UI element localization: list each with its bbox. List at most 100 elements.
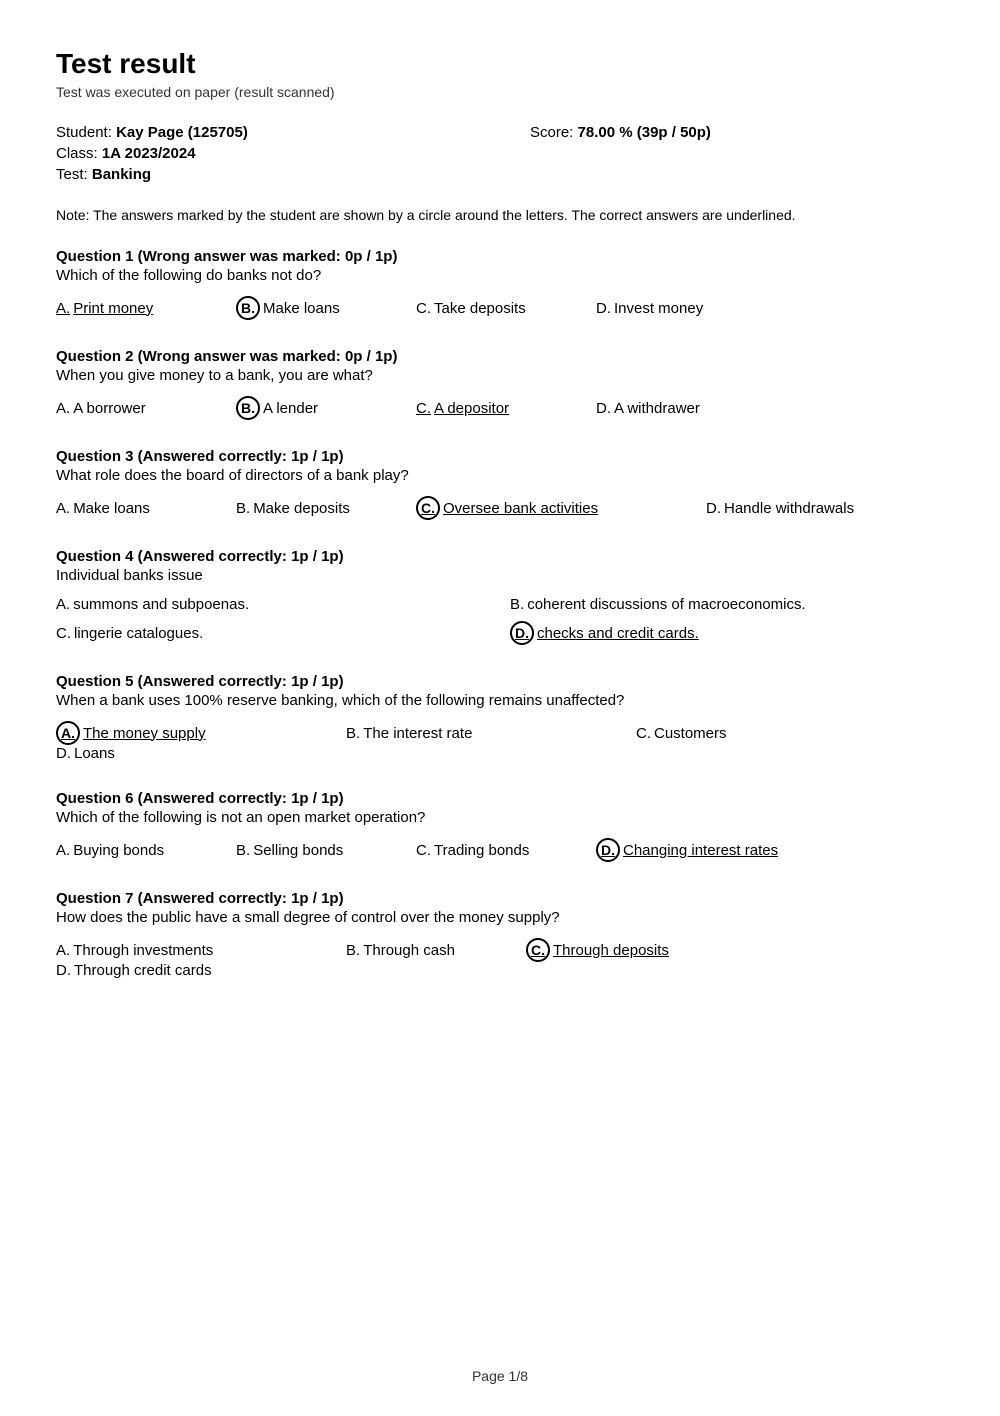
q5-b-text: The interest rate	[363, 725, 472, 742]
q3-answer-b: B. Make deposits	[236, 500, 386, 517]
q5-answer-b: B. The interest rate	[346, 725, 606, 742]
q2-answer-c: C. A depositor	[416, 400, 566, 417]
note-text: Note: The answers marked by the student …	[56, 205, 944, 226]
question-1: Question 1 (Wrong answer was marked: 0p …	[56, 248, 944, 320]
score-info-right: Score: 78.00 % (39p / 50p)	[470, 124, 944, 187]
q1-header: Question 1 (Wrong answer was marked: 0p …	[56, 248, 944, 265]
header-section: Test result Test was executed on paper (…	[56, 48, 944, 100]
q7-c-text: Through deposits	[553, 942, 669, 959]
q2-answers: A. A borrower B. A lender C. A depositor…	[56, 396, 944, 420]
q5-answer-d: D. Loans	[56, 745, 206, 762]
q2-answer-a: A. A borrower	[56, 400, 206, 417]
q1-answer-d: D. Invest money	[596, 300, 746, 317]
q3-answer-a: A. Make loans	[56, 500, 206, 517]
q6-answer-d: D. Changing interest rates	[596, 838, 856, 862]
q2-b-text: A lender	[263, 400, 318, 417]
q6-answers: A. Buying bonds B. Selling bonds C. Trad…	[56, 838, 944, 862]
q3-d-text: Handle withdrawals	[724, 500, 854, 517]
q6-text: Which of the following is not an open ma…	[56, 809, 944, 826]
q7-header: Question 7 (Answered correctly: 1p / 1p)	[56, 890, 944, 907]
class-label: Class:	[56, 145, 98, 162]
question-5: Question 5 (Answered correctly: 1p / 1p)…	[56, 673, 944, 762]
q5-answers: A. The money supply B. The interest rate…	[56, 721, 944, 762]
question-6: Question 6 (Answered correctly: 1p / 1p)…	[56, 790, 944, 862]
q3-d-letter: D.	[706, 500, 721, 517]
score-value: 78.00 % (39p / 50p)	[578, 124, 711, 141]
question-2: Question 2 (Wrong answer was marked: 0p …	[56, 348, 944, 420]
q7-text: How does the public have a small degree …	[56, 909, 944, 926]
q6-answer-c: C. Trading bonds	[416, 842, 566, 859]
q5-header: Question 5 (Answered correctly: 1p / 1p)	[56, 673, 944, 690]
q1-c-text: Take deposits	[434, 300, 526, 317]
q6-d-circle: D.	[596, 838, 620, 862]
question-7: Question 7 (Answered correctly: 1p / 1p)…	[56, 890, 944, 979]
q5-a-circle: A.	[56, 721, 80, 745]
q3-answers: A. Make loans B. Make deposits C. Overse…	[56, 496, 944, 520]
q4-a-letter: A.	[56, 596, 70, 613]
q5-b-letter: B.	[346, 725, 360, 742]
q5-c-letter: C.	[636, 725, 651, 742]
q6-c-text: Trading bonds	[434, 842, 529, 859]
q5-d-letter: D.	[56, 745, 71, 762]
q2-d-text: A withdrawer	[614, 400, 700, 417]
q6-b-text: Selling bonds	[253, 842, 343, 859]
q4-answer-c: C. lingerie catalogues.	[56, 621, 470, 645]
q2-answer-d: D. A withdrawer	[596, 400, 746, 417]
q4-d-circle: D.	[510, 621, 534, 645]
q1-b-circle: B.	[236, 296, 260, 320]
q3-b-letter: B.	[236, 500, 250, 517]
q2-a-letter: A.	[56, 400, 70, 417]
q2-a-text: A borrower	[73, 400, 146, 417]
q4-c-letter: C.	[56, 625, 71, 642]
q4-a-text: summons and subpoenas.	[73, 596, 249, 613]
q4-answer-a: A. summons and subpoenas.	[56, 596, 470, 613]
q3-a-letter: A.	[56, 500, 70, 517]
q4-answer-d: D. checks and credit cards.	[510, 621, 924, 645]
q1-text: Which of the following do banks not do?	[56, 267, 944, 284]
q6-c-letter: C.	[416, 842, 431, 859]
q4-b-text: coherent discussions of macroeconomics.	[527, 596, 805, 613]
q1-d-letter: D.	[596, 300, 611, 317]
q2-b-circle: B.	[236, 396, 260, 420]
q2-header: Question 2 (Wrong answer was marked: 0p …	[56, 348, 944, 365]
q7-b-letter: B.	[346, 942, 360, 959]
question-3: Question 3 (Answered correctly: 1p / 1p)…	[56, 448, 944, 520]
page: Test result Test was executed on paper (…	[0, 0, 1000, 1416]
q1-answer-b: B. Make loans	[236, 296, 386, 320]
q4-d-text: checks and credit cards.	[537, 625, 699, 642]
q5-answer-a: A. The money supply	[56, 721, 316, 745]
q7-answer-c: C. Through deposits	[526, 938, 786, 962]
test-value: Banking	[92, 166, 151, 183]
test-line: Test: Banking	[56, 166, 470, 183]
q1-answer-c: C. Take deposits	[416, 300, 566, 317]
q3-text: What role does the board of directors of…	[56, 467, 944, 484]
q6-header: Question 6 (Answered correctly: 1p / 1p)	[56, 790, 944, 807]
q3-answer-c: C. Oversee bank activities	[416, 496, 676, 520]
page-number: Page 1/8	[472, 1368, 528, 1384]
test-label: Test:	[56, 166, 88, 183]
q4-text: Individual banks issue	[56, 567, 944, 584]
q2-d-letter: D.	[596, 400, 611, 417]
q2-answer-b: B. A lender	[236, 396, 386, 420]
q1-c-letter: C.	[416, 300, 431, 317]
q1-b-text: Make loans	[263, 300, 340, 317]
q6-a-letter: A.	[56, 842, 70, 859]
q6-answer-b: B. Selling bonds	[236, 842, 386, 859]
q4-answer-b: B. coherent discussions of macroeconomic…	[510, 596, 924, 613]
q7-c-circle: C.	[526, 938, 550, 962]
page-subtitle: Test was executed on paper (result scann…	[56, 84, 944, 100]
q3-b-text: Make deposits	[253, 500, 350, 517]
q4-c-text: lingerie catalogues.	[74, 625, 203, 642]
q4-answers: A. summons and subpoenas. B. coherent di…	[56, 596, 944, 645]
q3-c-text: Oversee bank activities	[443, 500, 598, 517]
question-4: Question 4 (Answered correctly: 1p / 1p)…	[56, 548, 944, 645]
score-label: Score:	[530, 124, 573, 141]
student-name: Kay Page (125705)	[116, 124, 248, 141]
questions-container: Question 1 (Wrong answer was marked: 0p …	[56, 248, 944, 979]
q1-a-letter: A.	[56, 300, 70, 317]
q2-c-letter: C.	[416, 400, 431, 417]
q7-d-text: Through credit cards	[74, 962, 212, 979]
q5-c-text: Customers	[654, 725, 727, 742]
q1-answer-a: A. Print money	[56, 300, 206, 317]
q5-answer-c: C. Customers	[636, 725, 786, 742]
